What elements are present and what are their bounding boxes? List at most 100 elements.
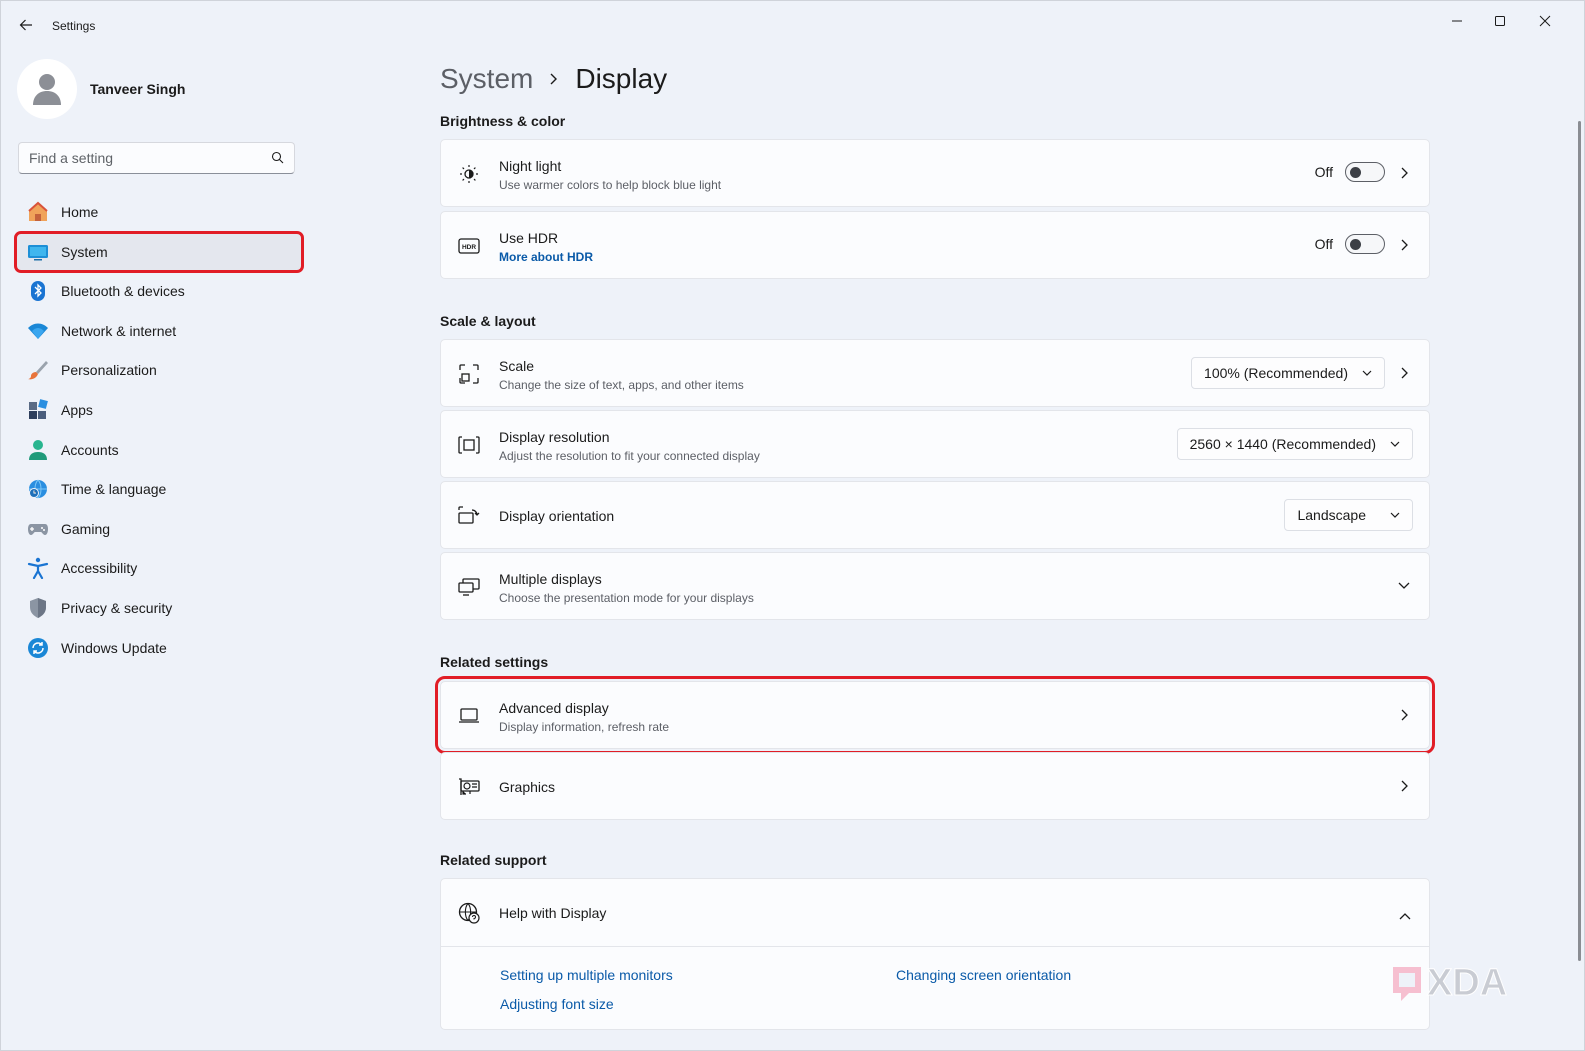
chevron-right-icon[interactable] <box>1397 238 1411 252</box>
hdr-icon: HDR <box>458 235 480 257</box>
scale-title: Scale <box>499 358 535 374</box>
avatar <box>17 59 77 119</box>
apps-icon <box>27 399 49 421</box>
graphics-card[interactable]: Graphics <box>440 752 1430 820</box>
sidebar-item-time-language[interactable]: Time & language <box>17 471 301 507</box>
section-title-brightness: Brightness & color <box>440 113 566 129</box>
minimize-button[interactable] <box>1434 7 1480 35</box>
maximize-button[interactable] <box>1477 7 1523 35</box>
svg-text:HDR: HDR <box>462 244 476 251</box>
sidebar-item-bluetooth[interactable]: Bluetooth & devices <box>17 273 301 309</box>
chevron-right-icon[interactable] <box>1397 779 1411 793</box>
resolution-icon <box>458 434 480 456</box>
resolution-dropdown-value: 2560 × 1440 (Recommended) <box>1189 436 1376 452</box>
accessibility-icon <box>27 557 49 580</box>
scale-dropdown[interactable]: 100% (Recommended) <box>1191 357 1385 389</box>
sidebar-item-windows-update[interactable]: Windows Update <box>17 630 301 666</box>
multiple-displays-card[interactable]: Multiple displays Choose the presentatio… <box>440 552 1430 620</box>
more-about-hdr-link[interactable]: More about HDR <box>499 250 593 264</box>
section-title-support: Related support <box>440 852 547 868</box>
display-resolution-card[interactable]: Display resolution Adjust the resolution… <box>440 410 1430 478</box>
orientation-dropdown[interactable]: Landscape <box>1284 499 1413 531</box>
brush-icon <box>27 359 49 381</box>
breadcrumb-parent[interactable]: System <box>440 63 533 95</box>
sidebar: Tanveer Singh Home System <box>1 49 321 1050</box>
multiple-displays-title: Multiple displays <box>499 571 602 587</box>
search-box[interactable] <box>18 142 295 174</box>
toggle-knob <box>1350 239 1361 250</box>
brightness-icon <box>458 163 480 185</box>
system-icon <box>27 241 49 263</box>
chevron-right-icon[interactable] <box>1397 366 1411 380</box>
sidebar-item-system[interactable]: System <box>14 230 304 273</box>
section-title-related: Related settings <box>440 654 549 670</box>
advanced-display-title: Advanced display <box>499 700 609 716</box>
sidebar-item-privacy-security[interactable]: Privacy & security <box>17 590 301 626</box>
hdr-title: Use HDR <box>499 230 559 246</box>
shield-icon <box>27 597 49 619</box>
xda-logo-icon: XDA <box>1393 962 1508 1005</box>
close-icon <box>1539 15 1551 27</box>
hdr-state: Off <box>1314 236 1333 252</box>
help-globe-icon <box>458 902 480 924</box>
laptop-icon <box>458 705 480 727</box>
help-link-multiple-monitors[interactable]: Setting up multiple monitors <box>500 967 673 983</box>
sidebar-item-label: Windows Update <box>61 639 167 656</box>
close-button[interactable] <box>1522 7 1568 35</box>
scale-dropdown-value: 100% (Recommended) <box>1204 365 1348 381</box>
sidebar-item-label: Personalization <box>61 362 157 379</box>
sidebar-item-network[interactable]: Network & internet <box>17 313 301 349</box>
sidebar-item-gaming[interactable]: Gaming <box>17 511 301 547</box>
hdr-toggle-group: Off <box>1315 234 1385 254</box>
xda-watermark: XDA <box>1389 961 1539 1005</box>
settings-window: Settings Tanveer Singh Find a setting Ho… <box>0 0 1585 1051</box>
sidebar-item-label: Privacy & security <box>61 599 173 616</box>
sidebar-item-label: Gaming <box>61 520 111 537</box>
night-light-toggle-group: Off <box>1315 162 1385 182</box>
resolution-dropdown[interactable]: 2560 × 1440 (Recommended) <box>1176 428 1413 460</box>
minimize-icon <box>1452 20 1462 22</box>
chevron-down-icon <box>1390 441 1400 447</box>
help-link-font-size[interactable]: Adjusting font size <box>500 996 614 1012</box>
night-light-card[interactable]: Night light Use warmer colors to help bl… <box>440 139 1430 207</box>
sidebar-item-label: Apps <box>61 401 93 418</box>
scrollbar[interactable] <box>1578 121 1581 961</box>
sidebar-item-accessibility[interactable]: Accessibility <box>17 550 301 586</box>
display-orientation-card[interactable]: Display orientation Landscape <box>440 481 1430 549</box>
help-with-display-card: Help with Display Setting up multiple mo… <box>440 878 1430 1030</box>
globe-clock-icon <box>27 478 49 500</box>
scale-card[interactable]: Scale Change the size of text, apps, and… <box>440 339 1430 407</box>
sidebar-item-label: Accounts <box>61 441 119 458</box>
night-light-toggle[interactable] <box>1345 162 1385 182</box>
accounts-icon <box>27 439 49 461</box>
sidebar-item-accounts[interactable]: Accounts <box>17 432 301 468</box>
search-input[interactable] <box>19 143 259 173</box>
sidebar-item-personalization[interactable]: Personalization <box>17 352 301 388</box>
scale-icon <box>458 363 480 385</box>
hdr-card[interactable]: HDR Use HDR More about HDR Off <box>440 211 1430 279</box>
sidebar-item-label: Home <box>61 204 99 220</box>
advanced-display-card[interactable]: Advanced display Display information, re… <box>435 676 1435 754</box>
chevron-down-icon[interactable] <box>1397 579 1411 593</box>
hdr-toggle[interactable] <box>1345 234 1385 254</box>
page-title: Display <box>575 63 668 94</box>
sidebar-item-home[interactable]: Home <box>17 194 301 230</box>
chevron-up-icon[interactable] <box>1399 907 1411 923</box>
bluetooth-icon <box>27 280 49 302</box>
chevron-right-icon[interactable] <box>1397 708 1411 722</box>
orientation-icon <box>458 505 480 527</box>
sidebar-item-apps[interactable]: Apps <box>17 392 301 428</box>
graphics-card-icon <box>458 776 480 798</box>
back-button[interactable] <box>15 14 37 36</box>
sidebar-item-label: Time & language <box>61 481 167 498</box>
chevron-right-icon[interactable] <box>1397 166 1411 180</box>
xda-wordmark: XDA <box>1427 962 1507 1004</box>
user-profile[interactable]: Tanveer Singh <box>17 59 185 119</box>
breadcrumb: System Display <box>440 59 667 99</box>
night-light-title: Night light <box>499 158 562 174</box>
help-with-display-header[interactable]: Help with Display <box>441 879 1429 946</box>
help-link-screen-orientation[interactable]: Changing screen orientation <box>896 967 1071 983</box>
search-icon[interactable] <box>271 151 284 167</box>
arrow-left-icon <box>19 19 32 31</box>
display-orientation-title: Display orientation <box>499 508 615 524</box>
